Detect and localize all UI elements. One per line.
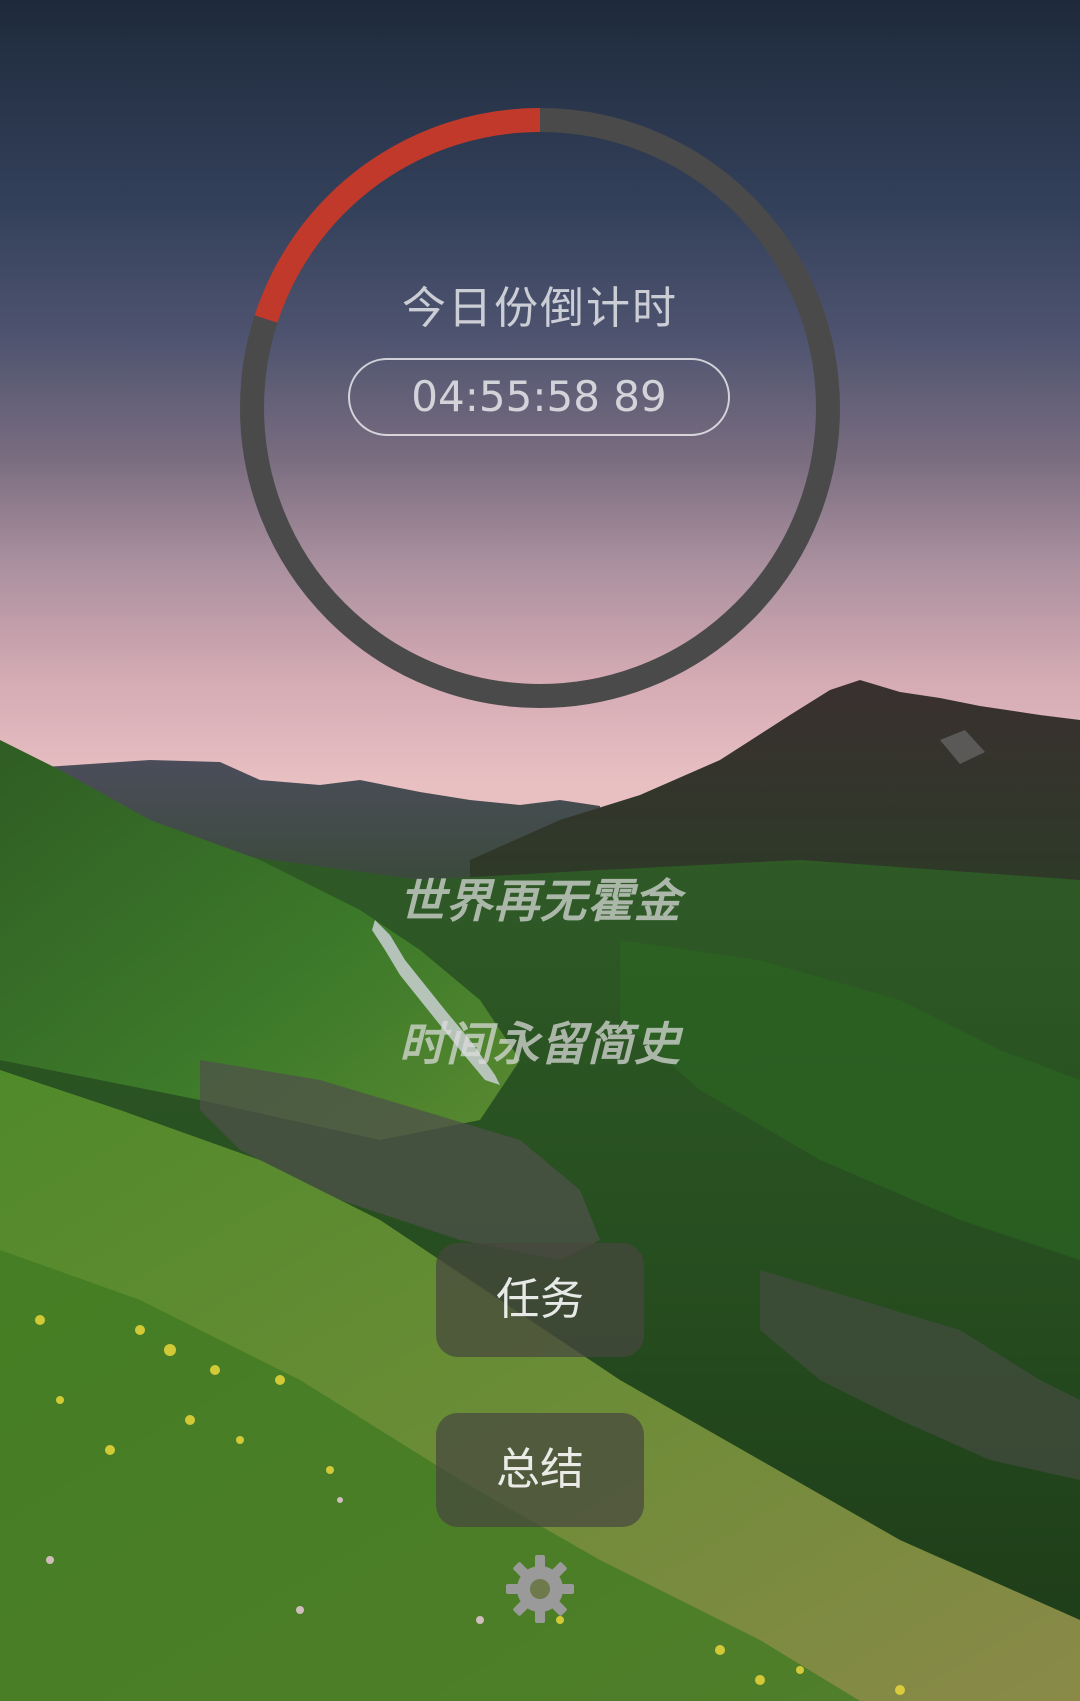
app-screen: 今日份倒计时 04:55:58 89 世界再无霍金 时间永留简史 任务 总结 bbox=[0, 0, 1080, 1701]
countdown-title: 今日份倒计时 bbox=[402, 283, 678, 334]
summary-button[interactable]: 总结 bbox=[436, 1413, 644, 1527]
quote-line-2: 时间永留简史 bbox=[399, 1017, 681, 1071]
tasks-button[interactable]: 任务 bbox=[436, 1243, 644, 1357]
countdown-time-display: 04:55:58 89 bbox=[348, 358, 730, 436]
gear-icon[interactable] bbox=[504, 1553, 576, 1625]
quote-line-1: 世界再无霍金 bbox=[399, 874, 681, 928]
